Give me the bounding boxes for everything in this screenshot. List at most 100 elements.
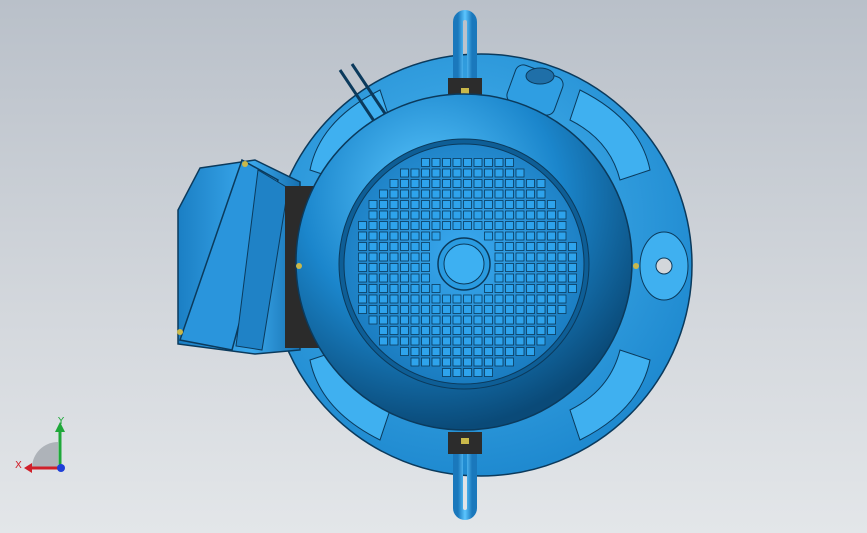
grill-slot xyxy=(410,231,420,241)
grill-slot xyxy=(473,179,483,188)
grill-slot xyxy=(400,168,409,178)
grill-slot xyxy=(431,294,441,304)
grill-slot xyxy=(473,294,483,304)
grill-slot xyxy=(368,242,378,251)
grill-slot xyxy=(536,326,546,335)
grill-slot xyxy=(484,158,493,167)
grill-slot xyxy=(421,242,430,251)
grill-slot xyxy=(494,252,504,262)
grill-slot xyxy=(515,168,525,178)
grill-slot xyxy=(557,294,567,304)
grill-slot xyxy=(400,189,409,199)
grill-slot xyxy=(515,315,525,325)
grill-slot xyxy=(400,315,409,325)
grill-slot xyxy=(368,315,378,325)
grill-slot xyxy=(568,252,577,262)
grill-slot xyxy=(547,273,556,283)
grill-slot xyxy=(505,189,514,199)
grill-slot xyxy=(410,179,420,188)
grill-slot xyxy=(379,200,388,209)
grill-slot xyxy=(547,221,556,230)
grill-slot xyxy=(463,168,472,178)
grill-slot xyxy=(568,263,577,272)
grill-slot xyxy=(515,200,525,209)
grill-slot xyxy=(505,210,514,220)
grill-slot xyxy=(557,252,567,262)
grill-slot xyxy=(526,263,535,272)
grill-slot xyxy=(515,294,525,304)
grill-slot xyxy=(431,347,441,356)
grill-slot xyxy=(505,347,514,356)
grill-slot xyxy=(536,294,546,304)
grill-slot xyxy=(358,221,367,230)
grill-slot xyxy=(421,284,430,293)
grill-slot xyxy=(494,305,504,314)
grill-slot xyxy=(505,168,514,178)
grill-slot xyxy=(379,294,388,304)
grill-slot xyxy=(421,221,430,230)
grill-slot xyxy=(463,347,472,356)
grill-slot xyxy=(452,200,462,209)
grill-slot xyxy=(494,221,504,230)
grill-slot xyxy=(421,336,430,346)
grill-slot xyxy=(536,305,546,314)
grill-slot xyxy=(410,326,420,335)
grill-slot xyxy=(400,305,409,314)
grill-slot xyxy=(547,252,556,262)
grill-slot xyxy=(484,284,493,293)
grill-slot xyxy=(379,326,388,335)
grill-slot xyxy=(515,189,525,199)
grill-slot xyxy=(473,326,483,335)
grill-slot xyxy=(442,210,451,220)
grill-slot xyxy=(431,158,441,167)
grill-slot xyxy=(368,284,378,293)
grill-slot xyxy=(452,315,462,325)
grill-slot xyxy=(463,221,472,230)
grill-slot xyxy=(494,347,504,356)
grill-slot xyxy=(442,200,451,209)
x-axis-label: X xyxy=(15,460,22,471)
grill-slot xyxy=(400,231,409,241)
grill-slot xyxy=(494,189,504,199)
grill-slot xyxy=(400,284,409,293)
grill-slot xyxy=(463,315,472,325)
grill-slot xyxy=(452,294,462,304)
grill-slot xyxy=(389,284,399,293)
x-axis-arrow xyxy=(24,463,32,473)
grill-slot xyxy=(515,221,525,230)
grill-slot xyxy=(421,347,430,356)
grill-slot xyxy=(515,284,525,293)
grill-slot xyxy=(410,189,420,199)
grill-slot xyxy=(484,336,493,346)
grill-slot xyxy=(442,336,451,346)
grill-slot xyxy=(379,284,388,293)
grill-slot xyxy=(379,273,388,283)
grill-slot xyxy=(505,273,514,283)
grill-slot xyxy=(473,210,483,220)
grill-slot xyxy=(358,242,367,251)
grill-slot xyxy=(442,305,451,314)
grill-slot xyxy=(568,284,577,293)
grill-slot xyxy=(526,231,535,241)
grill-slot xyxy=(547,231,556,241)
grill-slot xyxy=(410,252,420,262)
grill-slot xyxy=(463,294,472,304)
motor-model[interactable] xyxy=(0,0,867,533)
graphics-viewport[interactable]: Y X xyxy=(0,0,867,533)
grill-slot xyxy=(442,168,451,178)
grill-slot xyxy=(547,315,556,325)
grill-slot xyxy=(473,189,483,199)
grill-slot xyxy=(463,210,472,220)
grill-slot xyxy=(568,242,577,251)
grill-slot xyxy=(515,305,525,314)
grill-slot xyxy=(473,315,483,325)
grill-slot xyxy=(557,231,567,241)
grill-slot xyxy=(463,336,472,346)
grill-slot xyxy=(452,305,462,314)
grill-slot xyxy=(389,189,399,199)
grill-slot xyxy=(442,294,451,304)
grill-slot xyxy=(473,221,483,230)
grill-slot xyxy=(526,242,535,251)
grill-slot xyxy=(505,305,514,314)
grill-slot xyxy=(484,189,493,199)
